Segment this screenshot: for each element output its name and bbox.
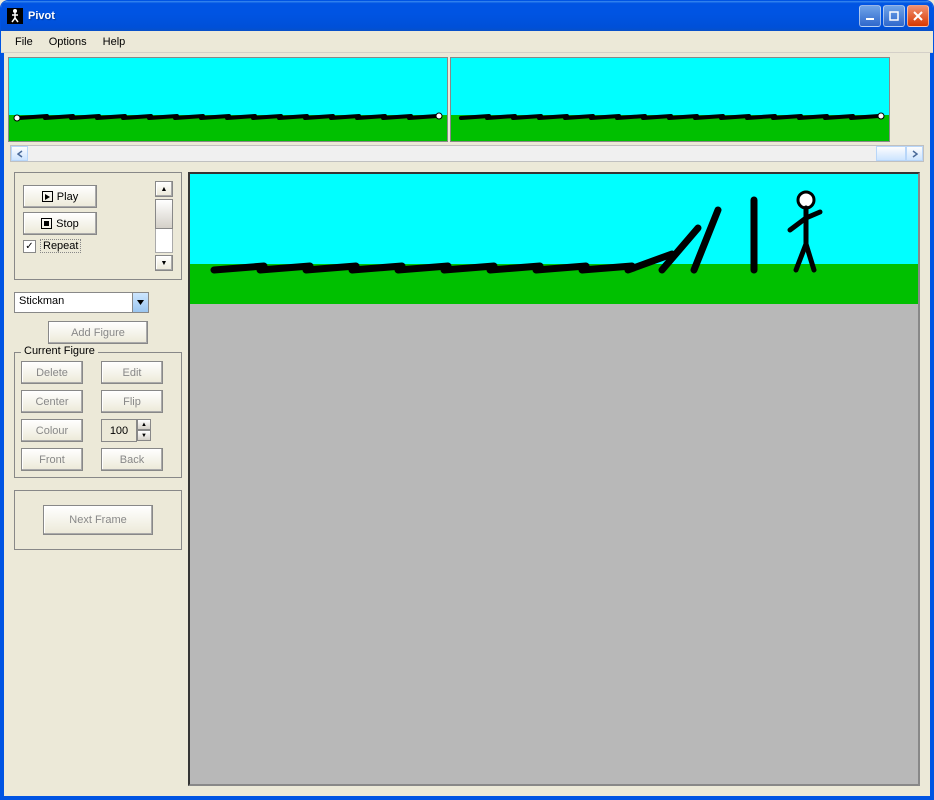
scroll-right-button[interactable] — [906, 146, 923, 161]
menu-file[interactable]: File — [7, 34, 41, 50]
figure-type-panel: Stickman Add Figure Current Figure — [14, 292, 182, 478]
stop-button[interactable]: Stop — [23, 212, 97, 235]
size-up-button[interactable]: ▲ — [137, 419, 151, 430]
current-figure-group: Current Figure Delete Edit Center Flip C… — [14, 352, 182, 478]
colour-label: Colour — [36, 425, 68, 437]
minimize-icon — [865, 11, 875, 21]
back-button[interactable]: Back — [101, 448, 163, 471]
repeat-label: Repeat — [40, 239, 81, 253]
figure-dropdown-value: Stickman — [15, 293, 132, 312]
thumb-figures — [451, 58, 890, 142]
current-figure-legend: Current Figure — [21, 345, 98, 357]
sidebar: Play Stop ✓ — [14, 172, 182, 786]
delete-button[interactable]: Delete — [21, 361, 83, 384]
thumb-figures — [9, 58, 448, 142]
add-figure-button[interactable]: Add Figure — [48, 321, 148, 344]
canvas[interactable] — [190, 174, 918, 304]
size-stepper[interactable]: 100 ▲ ▼ — [101, 419, 175, 442]
close-button[interactable] — [907, 5, 929, 27]
chevron-down-icon — [137, 300, 144, 305]
scroll-track[interactable] — [28, 146, 906, 161]
colour-button[interactable]: Colour — [21, 419, 83, 442]
window-title: Pivot — [28, 10, 859, 22]
menubar: File Options Help — [1, 31, 933, 53]
back-label: Back — [120, 454, 144, 466]
app-window: Pivot File Options Help — [0, 0, 934, 800]
speed-down-button[interactable]: ▼ — [155, 255, 173, 271]
filmstrip-area — [6, 55, 928, 164]
checkbox-icon: ✓ — [23, 240, 36, 253]
content-area: Play Stop ✓ — [1, 53, 933, 799]
flip-label: Flip — [123, 396, 141, 408]
speed-up-button[interactable]: ▲ — [155, 181, 173, 197]
figure-dropdown[interactable]: Stickman — [14, 292, 149, 313]
center-label: Center — [35, 396, 68, 408]
maximize-button[interactable] — [883, 5, 905, 27]
chevron-right-icon — [912, 150, 918, 158]
canvas-figures — [190, 174, 918, 304]
flip-button[interactable]: Flip — [101, 390, 163, 413]
front-button[interactable]: Front — [21, 448, 83, 471]
edit-label: Edit — [123, 367, 142, 379]
edit-button[interactable]: Edit — [101, 361, 163, 384]
add-figure-label: Add Figure — [71, 327, 125, 339]
stop-icon — [41, 218, 52, 229]
scroll-left-button[interactable] — [11, 146, 28, 161]
filmstrip-scrollbar[interactable] — [10, 145, 924, 162]
playback-panel: Play Stop ✓ — [14, 172, 182, 280]
close-icon — [913, 11, 923, 21]
speed-slider[interactable]: ▲ ▼ — [155, 181, 173, 271]
app-icon — [7, 8, 23, 24]
titlebar[interactable]: Pivot — [1, 1, 933, 31]
canvas-area[interactable] — [188, 172, 920, 786]
front-label: Front — [39, 454, 65, 466]
size-down-button[interactable]: ▼ — [137, 430, 151, 441]
minimize-button[interactable] — [859, 5, 881, 27]
repeat-checkbox[interactable]: ✓ Repeat — [23, 239, 81, 253]
scroll-thumb[interactable] — [876, 146, 906, 161]
stop-label: Stop — [56, 218, 79, 230]
speed-thumb[interactable] — [155, 199, 173, 229]
chevron-left-icon — [17, 150, 23, 158]
frame-thumbnail[interactable] — [8, 57, 448, 142]
menu-options[interactable]: Options — [41, 34, 95, 50]
main-area: Play Stop ✓ — [6, 164, 928, 794]
next-frame-button[interactable]: Next Frame — [43, 505, 153, 535]
filmstrip[interactable] — [8, 57, 926, 142]
menu-help[interactable]: Help — [95, 34, 134, 50]
play-label: Play — [57, 191, 78, 203]
frame-thumbnail[interactable] — [450, 57, 890, 142]
play-button[interactable]: Play — [23, 185, 97, 208]
next-frame-panel: Next Frame — [14, 490, 182, 550]
center-button[interactable]: Center — [21, 390, 83, 413]
next-frame-label: Next Frame — [69, 514, 126, 526]
play-icon — [42, 191, 53, 202]
dropdown-button[interactable] — [132, 293, 148, 312]
delete-label: Delete — [36, 367, 68, 379]
size-value[interactable]: 100 — [101, 419, 137, 442]
maximize-icon — [889, 11, 899, 21]
